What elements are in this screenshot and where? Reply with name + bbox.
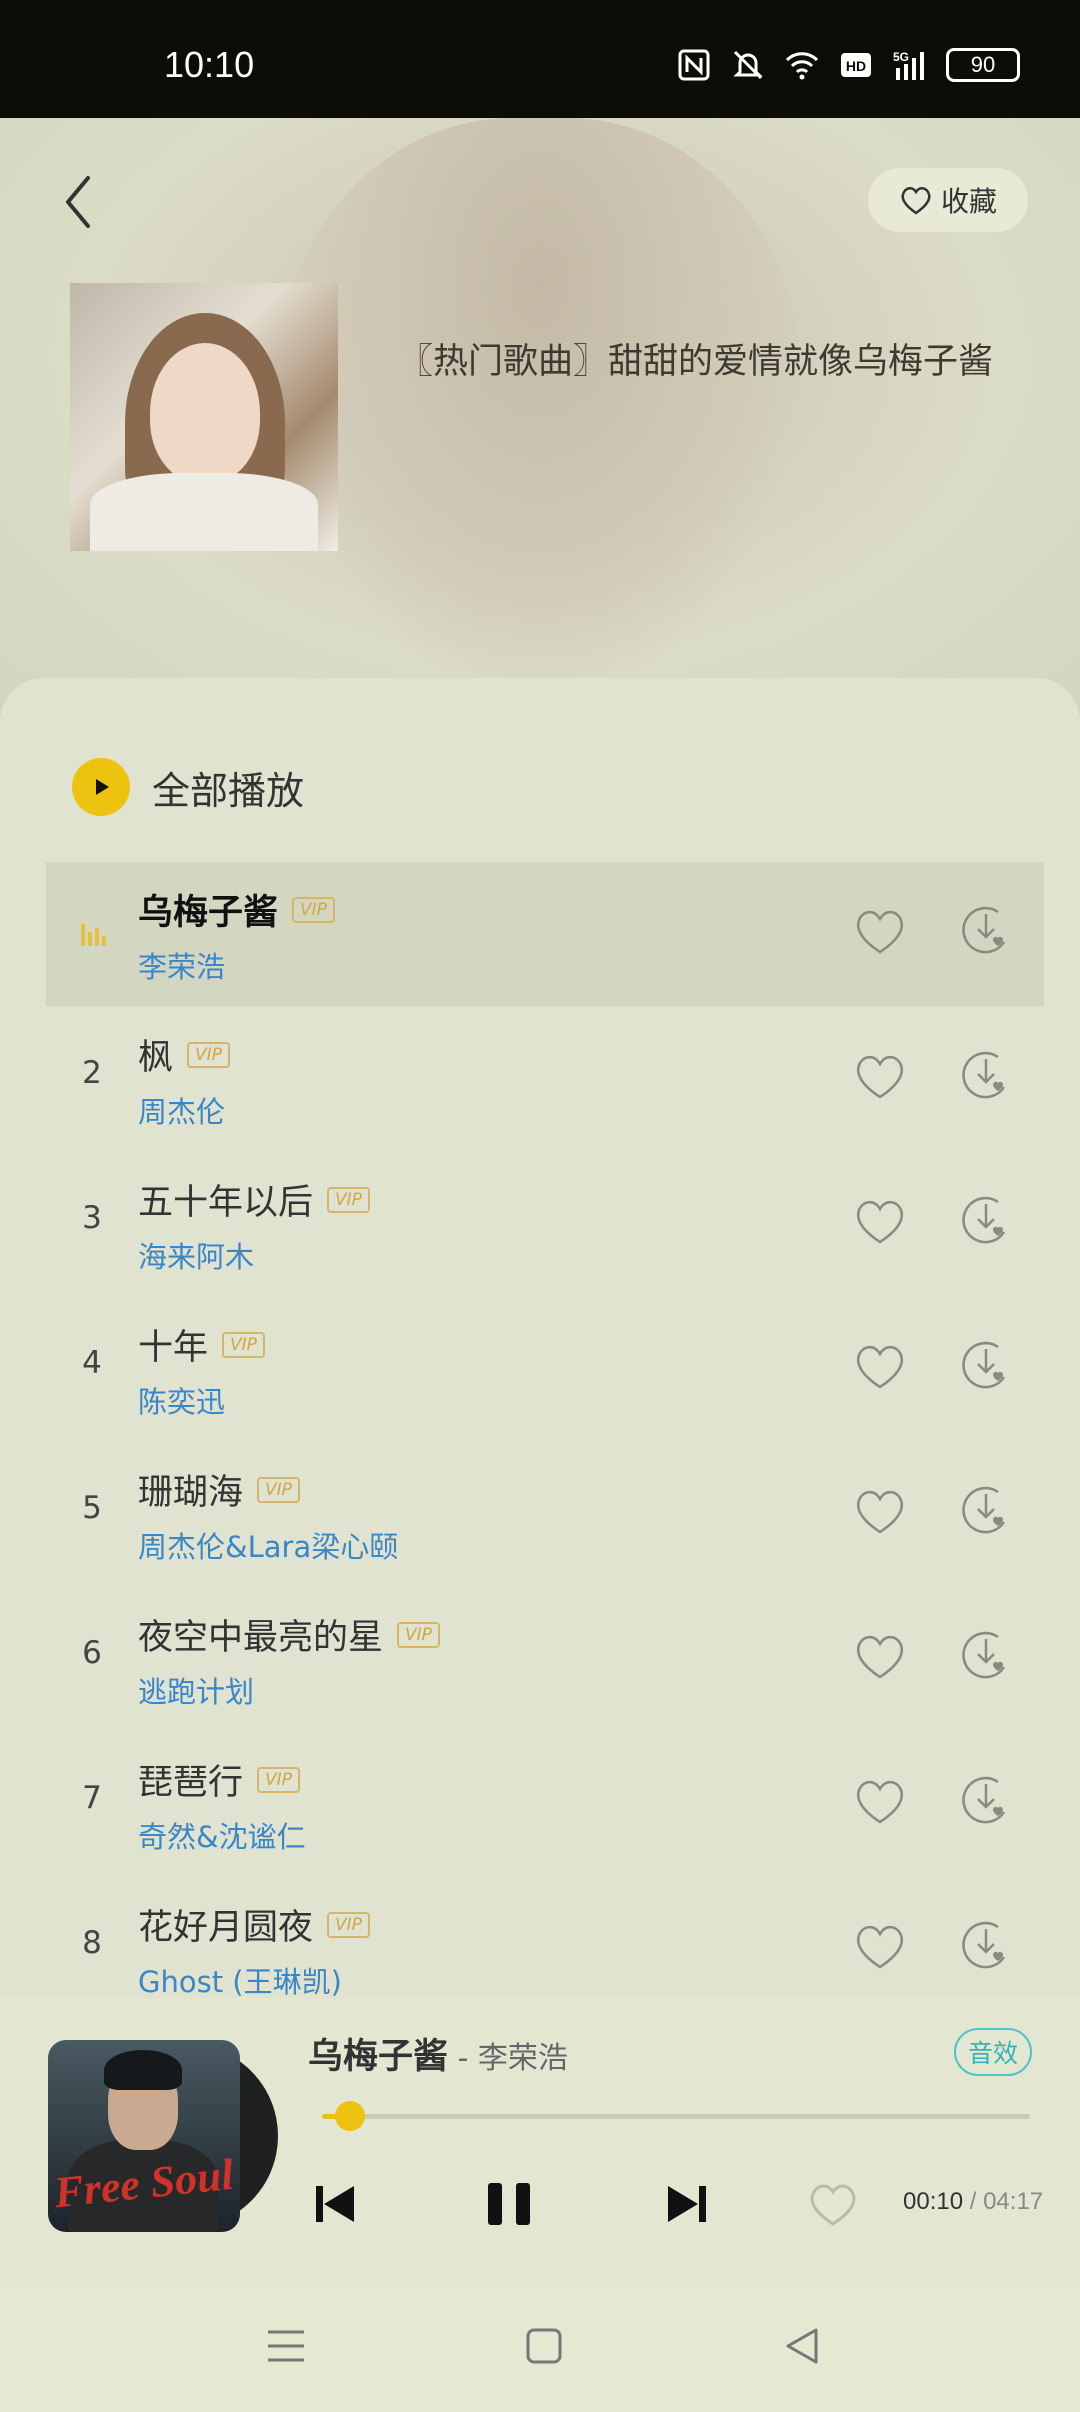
vip-badge: VIP <box>327 1911 370 1938</box>
heart-icon[interactable] <box>852 906 908 956</box>
vip-badge: VIP <box>257 1766 300 1793</box>
system-nav-bar <box>0 2282 1080 2412</box>
home-icon[interactable] <box>522 2324 566 2368</box>
now-playing-artwork[interactable]: Free Soul <box>48 2040 278 2232</box>
song-list-panel: 全部播放 乌梅子酱 VIP 李荣浩 2 枫 VIP 周杰伦 3 五十年以后 VIP 海来阿木 4 十年 V… <box>0 678 1080 2001</box>
song-artist[interactable]: 奇然&沈谧仁 <box>138 1814 306 1856</box>
song-number: 6 <box>82 1635 102 1671</box>
song-title: 琵琶行 VIP <box>138 1754 300 1805</box>
song-number: 2 <box>82 1055 102 1091</box>
song-artist[interactable]: 海来阿木 <box>138 1234 254 1276</box>
vip-badge: VIP <box>187 1041 230 1068</box>
song-row[interactable]: 3 五十年以后 VIP 海来阿木 <box>46 1152 1044 1296</box>
heart-icon[interactable] <box>852 1051 908 1101</box>
heart-icon[interactable] <box>852 1196 908 1246</box>
playlist-cover <box>70 283 338 551</box>
song-row[interactable]: 乌梅子酱 VIP 李荣浩 <box>46 862 1044 1006</box>
playback-time: 00:10 / 04:17 <box>903 2188 1044 2215</box>
nfc-icon <box>678 49 710 81</box>
song-title: 十年 VIP <box>138 1319 265 1370</box>
download-icon[interactable] <box>958 1627 1014 1683</box>
song-number: 3 <box>82 1200 102 1236</box>
heart-icon[interactable] <box>852 1921 908 1971</box>
like-heart-icon[interactable] <box>806 2180 860 2228</box>
download-icon[interactable] <box>958 902 1014 958</box>
song-row[interactable]: 7 琵琶行 VIP 奇然&沈谧仁 <box>46 1732 1044 1876</box>
download-icon[interactable] <box>958 1917 1014 1973</box>
now-playing-title: 乌梅子酱 - 李荣浩 <box>308 2037 568 2077</box>
download-icon[interactable] <box>958 1337 1014 1393</box>
heart-icon[interactable] <box>852 1341 908 1391</box>
playing-equalizer-icon <box>81 924 106 946</box>
hd-icon: HD <box>841 53 871 77</box>
next-track-icon[interactable] <box>658 2176 714 2232</box>
status-bar: 10:10 HD 5G 90 <box>0 0 1080 118</box>
vip-badge: VIP <box>327 1186 370 1213</box>
back-nav-icon[interactable] <box>780 2324 824 2368</box>
previous-track-icon[interactable] <box>308 2176 364 2232</box>
song-artist[interactable]: Ghost (王琳凯) <box>138 1959 342 2001</box>
pause-icon[interactable] <box>482 2176 538 2232</box>
song-artist[interactable]: 周杰伦 <box>138 1089 225 1131</box>
menu-icon[interactable] <box>264 2324 308 2368</box>
song-row[interactable]: 5 珊瑚海 VIP 周杰伦&Lara梁心颐 <box>46 1442 1044 1586</box>
song-artist[interactable]: 李荣浩 <box>138 944 225 986</box>
song-artist[interactable]: 陈奕迅 <box>138 1379 225 1421</box>
heart-icon[interactable] <box>852 1631 908 1681</box>
song-number: 4 <box>82 1345 102 1381</box>
vip-badge: VIP <box>397 1621 440 1648</box>
song-artist[interactable]: 逃跑计划 <box>138 1669 254 1711</box>
song-row[interactable]: 4 十年 VIP 陈奕迅 <box>46 1297 1044 1441</box>
download-icon[interactable] <box>958 1772 1014 1828</box>
heart-icon[interactable] <box>852 1486 908 1536</box>
wifi-icon <box>785 52 819 80</box>
download-icon[interactable] <box>958 1047 1014 1103</box>
play-all-label: 全部播放 <box>152 768 305 813</box>
playlist-title: 〖热门歌曲〗甜甜的爱情就像乌梅子酱 <box>398 342 994 382</box>
song-row[interactable]: 2 枫 VIP 周杰伦 <box>46 1007 1044 1151</box>
song-artist[interactable]: 周杰伦&Lara梁心颐 <box>138 1524 398 1566</box>
play-all-button[interactable]: 全部播放 <box>72 758 304 816</box>
favorite-button[interactable]: 收藏 <box>868 168 1028 232</box>
song-number: 5 <box>82 1490 102 1526</box>
sound-effect-button[interactable]: 音效 <box>953 2028 1032 2076</box>
mute-bell-icon <box>733 50 763 80</box>
svg-text:5G: 5G <box>893 50 909 64</box>
song-row[interactable]: 6 夜空中最亮的星 VIP 逃跑计划 <box>46 1587 1044 1731</box>
battery-indicator: 90 <box>946 48 1020 82</box>
song-number: 8 <box>82 1925 102 1961</box>
heart-icon[interactable] <box>852 1776 908 1826</box>
playlist-header: 收藏 〖热门歌曲〗甜甜的爱情就像乌梅子酱 <box>0 118 1080 718</box>
song-number: 7 <box>82 1780 102 1816</box>
play-icon <box>72 758 130 816</box>
song-title: 枫 VIP <box>138 1029 230 1080</box>
now-playing-artist: - 李荣浩 <box>448 2041 568 2076</box>
progress-thumb[interactable] <box>335 2101 366 2131</box>
vip-badge: VIP <box>257 1476 300 1503</box>
download-icon[interactable] <box>958 1192 1014 1248</box>
favorite-label: 收藏 <box>940 185 997 218</box>
vip-badge: VIP <box>292 896 335 923</box>
background-blur <box>280 118 800 678</box>
back-icon[interactable] <box>56 170 104 234</box>
song-title: 珊瑚海 VIP <box>138 1464 300 1515</box>
status-icons: HD 5G 90 <box>676 48 1020 82</box>
song-title: 乌梅子酱 VIP <box>138 884 335 935</box>
status-time: 10:10 <box>164 44 255 85</box>
svg-text:HD: HD <box>846 58 866 74</box>
signal-5g-icon: 5G <box>893 50 924 80</box>
now-playing-bar: Free Soul 乌梅子酱 - 李荣浩 音效 00:10 / 04:17 <box>0 1998 1080 2282</box>
vip-badge: VIP <box>222 1331 265 1358</box>
download-icon[interactable] <box>958 1482 1014 1538</box>
song-title: 五十年以后 VIP <box>138 1174 370 1225</box>
song-title: 夜空中最亮的星 VIP <box>138 1609 440 1660</box>
progress-bar[interactable] <box>322 2101 1030 2131</box>
heart-outline-icon <box>901 187 931 215</box>
song-title: 花好月圆夜 VIP <box>138 1899 370 1950</box>
